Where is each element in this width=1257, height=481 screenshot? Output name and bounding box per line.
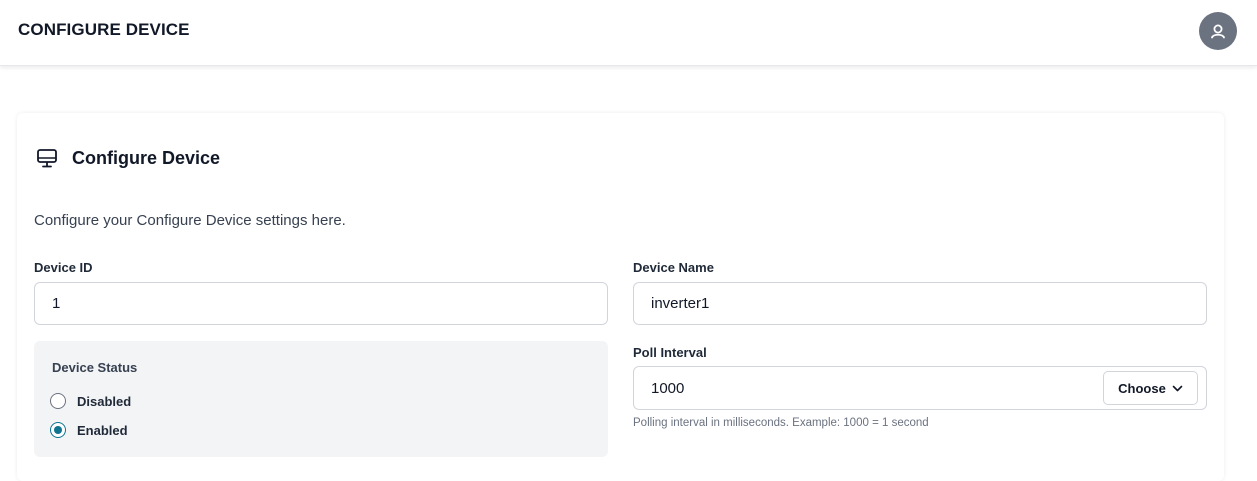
poll-interval-label: Poll Interval — [633, 345, 707, 360]
device-id-input[interactable] — [34, 282, 608, 325]
choose-interval-button[interactable]: Choose — [1103, 371, 1198, 405]
device-status-label: Device Status — [52, 360, 138, 375]
device-id-label: Device ID — [34, 260, 93, 275]
device-name-input[interactable] — [633, 282, 1207, 325]
poll-interval-value[interactable]: 1000 — [651, 380, 684, 397]
user-avatar-button[interactable] — [1199, 12, 1237, 50]
device-name-label: Device Name — [633, 260, 714, 275]
poll-interval-hint: Polling interval in milliseconds. Exampl… — [633, 417, 929, 429]
radio-selected-dot — [54, 426, 62, 434]
user-icon — [1211, 24, 1225, 39]
radio-disabled[interactable] — [50, 393, 66, 409]
top-bar: CONFIGURE DEVICE — [0, 0, 1257, 66]
status-option-enabled-label: Enabled — [77, 422, 128, 438]
monitor-icon — [36, 147, 58, 169]
configure-device-card: Configure Device Configure your Configur… — [17, 113, 1224, 481]
radio-enabled[interactable] — [50, 422, 66, 438]
status-option-enabled[interactable]: Enabled — [50, 422, 128, 438]
card-description: Configure your Configure Device settings… — [34, 212, 346, 229]
status-option-disabled[interactable]: Disabled — [50, 393, 131, 409]
page-title: CONFIGURE DEVICE — [18, 20, 190, 39]
device-status-panel: Device Status Disabled Enabled — [34, 341, 608, 457]
card-header: Configure Device — [36, 147, 220, 169]
choose-button-label: Choose — [1118, 380, 1166, 396]
card-title: Configure Device — [72, 147, 221, 168]
poll-interval-field[interactable]: 1000 Choose — [633, 366, 1207, 410]
status-option-disabled-label: Disabled — [77, 393, 132, 409]
chevron-down-icon — [1172, 385, 1183, 391]
